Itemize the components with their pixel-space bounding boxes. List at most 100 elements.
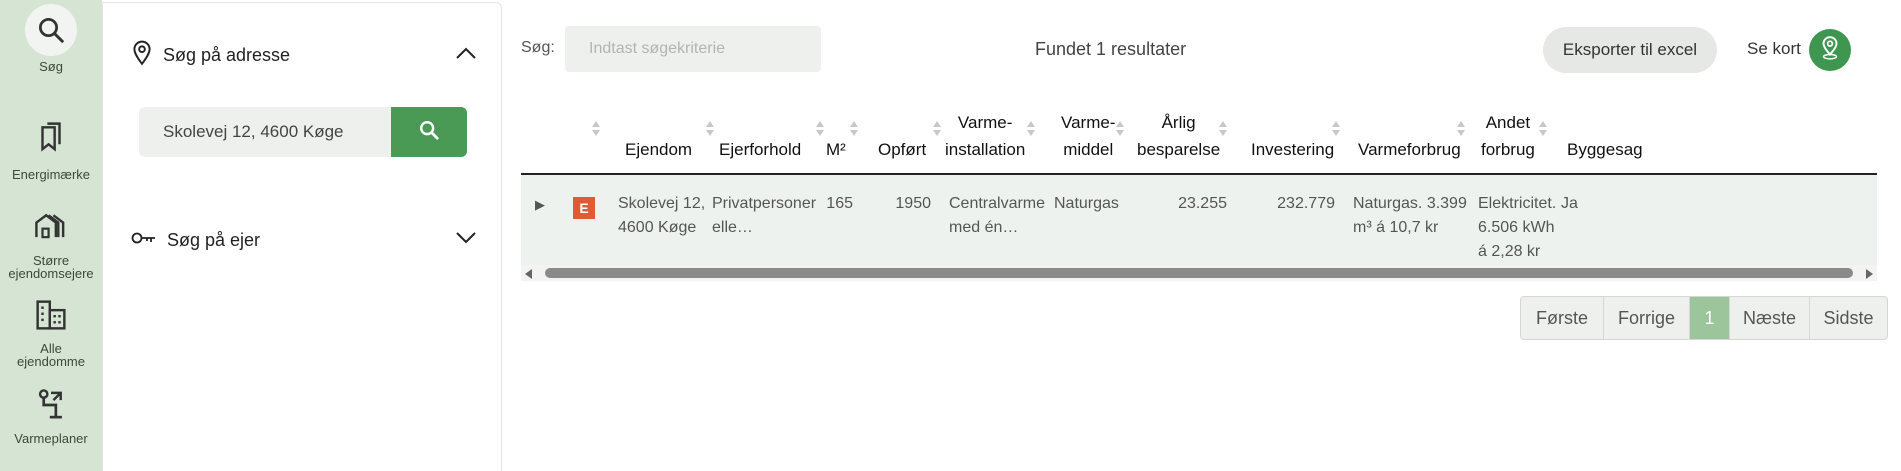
- col-andet-1: Andet: [1485, 113, 1531, 132]
- chevron-down-icon[interactable]: [455, 231, 477, 250]
- results-count: Fundet 1 resultater: [1035, 39, 1187, 59]
- col-ejendom[interactable]: Ejendom: [625, 136, 692, 163]
- accordion-address-header[interactable]: Søg på adresse: [131, 40, 477, 70]
- bookmarks-icon: [34, 120, 68, 154]
- cell-varmeinst-line2: med én…: [949, 219, 1019, 236]
- nav-item-stoerre-ejendomsejere[interactable]: Større ejendomsejere: [0, 208, 102, 280]
- col-andet-2: forbrug: [1481, 140, 1535, 159]
- sort-icon[interactable]: [815, 119, 825, 139]
- accordion-address-title: Søg på adresse: [163, 44, 291, 65]
- expand-row-icon[interactable]: ▶: [535, 197, 545, 213]
- nav-item-energimaerke[interactable]: Energimærke: [0, 120, 102, 181]
- nav-label-energimaerke: Energimærke: [11, 167, 91, 182]
- col-m2[interactable]: M²: [826, 136, 846, 163]
- map-button[interactable]: [1809, 29, 1851, 71]
- cell-varmeforbrug-line1: Naturgas. 3.399: [1353, 195, 1467, 212]
- sort-icon[interactable]: [705, 119, 715, 139]
- left-navigation-rail: Søg Energimærke Større ejendomsejere All…: [0, 0, 102, 471]
- cell-varmemiddel: Naturgas: [1054, 195, 1119, 212]
- table-row[interactable]: ▶ E Skolevej 12, 4600 Køge Privatpersone…: [521, 175, 1877, 265]
- map-label: Se kort: [1747, 39, 1801, 58]
- results-table: Ejendom Ejerforhold M² Opført Varme- ins…: [521, 105, 1877, 281]
- sort-icon[interactable]: [1218, 119, 1228, 139]
- col-varmeforbrug[interactable]: Varmeforbrug: [1358, 136, 1461, 163]
- col-varmemiddel[interactable]: Varme- middel: [1061, 109, 1115, 163]
- nav-label-varmeplaner: Varmeplaner: [14, 431, 88, 446]
- cell-opfort: 1950: [895, 195, 931, 212]
- col-varmeinstallation-1: Varme-: [957, 113, 1013, 132]
- col-ejerforhold[interactable]: Ejerforhold: [719, 136, 801, 163]
- nav-item-alle-ejendomme[interactable]: Alle ejendomme: [0, 298, 102, 368]
- cell-andet-line3: á 2,28 kr: [1478, 243, 1541, 260]
- pagination: Første Forrige 1 Næste Sidste: [1520, 296, 1888, 340]
- sort-icon[interactable]: [1538, 119, 1548, 139]
- sort-icon[interactable]: [1115, 119, 1125, 139]
- col-varmemiddel-2: middel: [1063, 140, 1114, 159]
- nav-label-stoerre-2: ejendomsejere: [8, 266, 94, 281]
- cell-varmeinstallation: Centralvarme med én…: [949, 192, 1045, 240]
- sort-icon[interactable]: [849, 119, 859, 139]
- col-andet-forbrug[interactable]: Andet forbrug: [1481, 109, 1535, 163]
- cell-ejerforhold-line1: Privatpersoner: [712, 195, 817, 212]
- cell-varmeforbrug-line2: m³ á 10,7 kr: [1353, 219, 1439, 236]
- nav-item-varmeplaner[interactable]: Varmeplaner: [0, 388, 102, 445]
- nav-label-search: Søg: [39, 59, 63, 74]
- heat-plan-icon: [34, 388, 68, 422]
- search-icon: [418, 119, 440, 146]
- cell-andet-line2: 6.506 kWh: [1478, 219, 1555, 236]
- scroll-right-icon[interactable]: [1866, 269, 1873, 279]
- horizontal-scrollbar[interactable]: [521, 265, 1877, 281]
- col-opfort[interactable]: Opført: [878, 136, 926, 163]
- results-area: Søg: Fundet 1 resultater Eksporter til e…: [503, 0, 1901, 471]
- chevron-up-icon[interactable]: [455, 46, 477, 65]
- col-investering[interactable]: Investering: [1251, 136, 1334, 163]
- cell-varmeinst-line1: Centralvarme: [949, 195, 1046, 212]
- cell-ejerforhold-line2: elle…: [712, 219, 753, 236]
- table-search-input[interactable]: [565, 26, 821, 72]
- cell-varmeforbrug: Naturgas. 3.399 m³ á 10,7 kr: [1353, 192, 1467, 240]
- buildings-icon: [34, 208, 68, 242]
- location-pin-icon: [131, 40, 153, 71]
- accordion-owner-header[interactable]: Søg på ejer: [131, 225, 477, 255]
- address-search-button[interactable]: [391, 107, 467, 157]
- sort-icon[interactable]: [591, 119, 601, 139]
- nav-label-alle-2: ejendomme: [17, 354, 85, 369]
- city-icon: [34, 298, 68, 332]
- accordion-owner-title: Søg på ejer: [167, 229, 261, 250]
- col-besparelse-2: besparelse: [1137, 140, 1221, 159]
- export-excel-button[interactable]: Eksporter til excel: [1543, 27, 1717, 73]
- cell-investering: 232.779: [1277, 195, 1335, 212]
- energy-label-badge: E: [573, 197, 595, 219]
- search-icon: [25, 4, 77, 56]
- nav-item-search[interactable]: Søg: [0, 4, 102, 73]
- cell-byggesag: Ja: [1561, 195, 1578, 212]
- page-prev-button[interactable]: Forrige: [1603, 297, 1689, 339]
- sort-icon[interactable]: [1456, 119, 1466, 139]
- col-varmemiddel-1: Varme-: [1061, 113, 1116, 132]
- cell-ejendom-line2: 4600 Køge: [618, 219, 697, 236]
- address-search-input[interactable]: [139, 107, 391, 157]
- scroll-left-icon[interactable]: [525, 269, 532, 279]
- cell-andet-forbrug: Elektricitet. 6.506 kWh á 2,28 kr: [1478, 192, 1556, 264]
- cell-andet-line1: Elektricitet.: [1478, 195, 1557, 212]
- scrollbar-thumb[interactable]: [545, 268, 1853, 278]
- page-last-button[interactable]: Sidste: [1809, 297, 1887, 339]
- map-pin-icon: [1819, 35, 1841, 66]
- key-icon: [131, 230, 157, 251]
- table-search-label: Søg:: [521, 39, 555, 56]
- col-aarlig-besparelse[interactable]: Årlig besparelse: [1137, 109, 1220, 163]
- search-panel: Søg på adresse Søg på ejer: [102, 2, 502, 471]
- sort-icon[interactable]: [1331, 119, 1341, 139]
- col-varmeinstallation-2: installation: [945, 140, 1026, 159]
- page-current-button[interactable]: 1: [1689, 297, 1729, 339]
- page-first-button[interactable]: Første: [1521, 297, 1603, 339]
- col-varmeinstallation[interactable]: Varme- installation: [945, 109, 1025, 163]
- col-byggesag[interactable]: Byggesag: [1567, 136, 1643, 163]
- col-besparelse-1: Årlig: [1161, 113, 1196, 132]
- cell-besparelse: 23.255: [1178, 195, 1227, 212]
- page-next-button[interactable]: Næste: [1729, 297, 1809, 339]
- cell-ejendom: Skolevej 12, 4600 Køge: [618, 192, 705, 240]
- sort-icon[interactable]: [932, 119, 942, 139]
- table-header: Ejendom Ejerforhold M² Opført Varme- ins…: [521, 105, 1877, 175]
- sort-icon[interactable]: [1026, 119, 1036, 139]
